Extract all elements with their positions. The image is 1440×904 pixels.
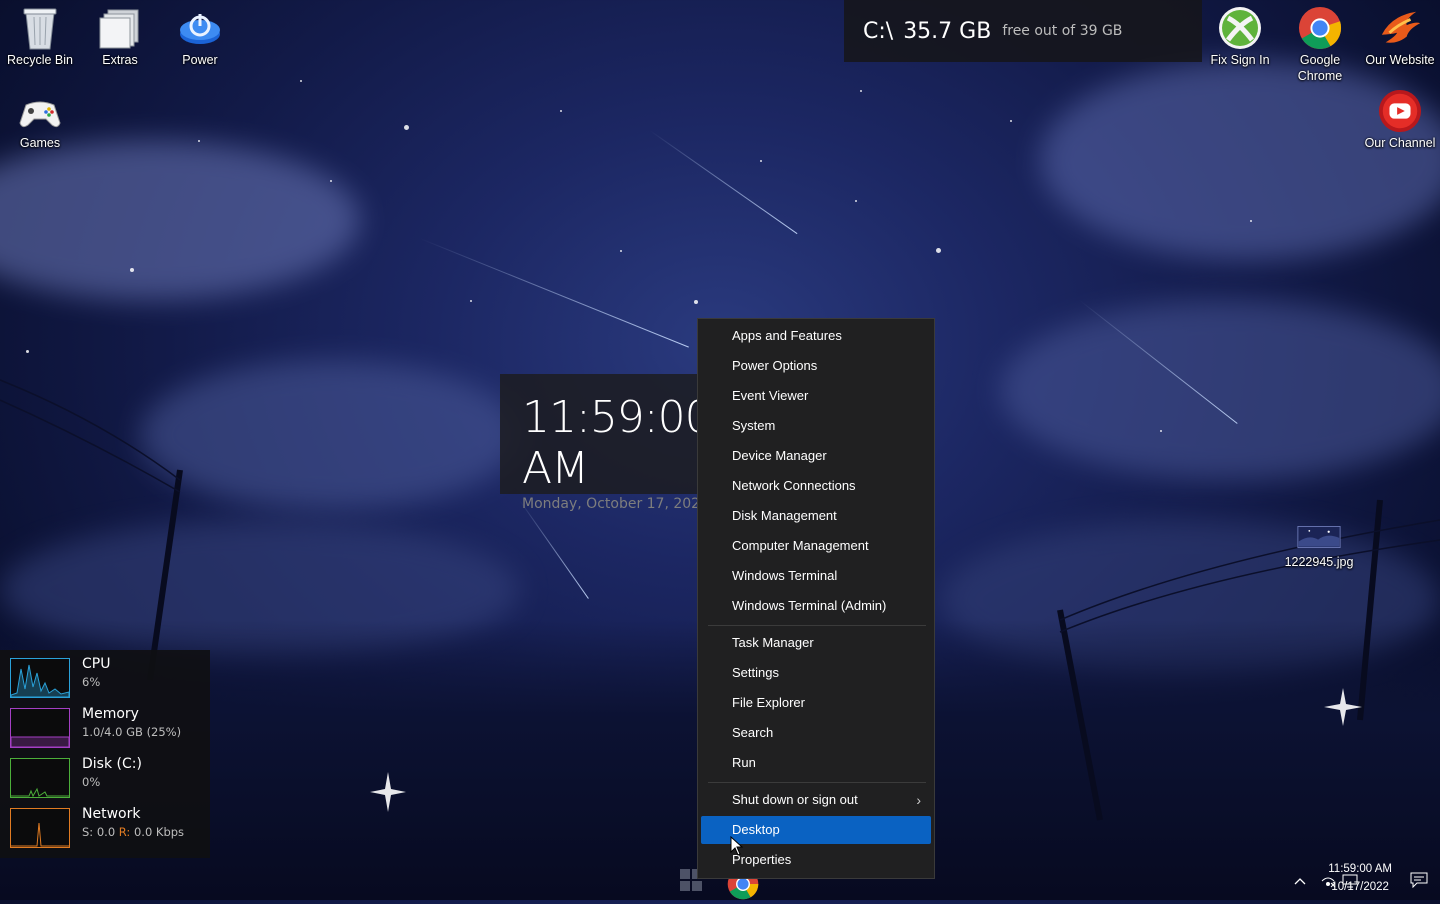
memory-row: Memory 1.0/4.0 GB (25%) [10, 706, 210, 750]
chevron-right-icon: › [916, 792, 921, 808]
disk-label: Disk (C:) [82, 756, 142, 772]
menu-separator [708, 782, 926, 783]
action-center-button[interactable] [1410, 872, 1428, 892]
fix-sign-in-label: Fix Sign In [1210, 53, 1270, 67]
our-website-label: Our Website [1365, 53, 1435, 67]
recycle-bin-shortcut[interactable]: Recycle Bin [0, 0, 80, 68]
extras-shortcut[interactable]: Extras [80, 0, 160, 68]
network-value: S: 0.0 R: 0.0 Kbps [82, 825, 184, 839]
google-chrome-label-line2: Chrome [1297, 69, 1343, 83]
menu-item-windows-terminal[interactable]: Windows Terminal [701, 562, 931, 590]
memory-value: 1.0/4.0 GB (25%) [82, 725, 182, 739]
cpu-value: 6% [82, 675, 101, 689]
menu-item-disk-management[interactable]: Disk Management [701, 502, 931, 530]
network-graph [10, 808, 70, 848]
memory-label: Memory [82, 706, 139, 722]
power-shortcut[interactable]: Power [160, 0, 240, 68]
disk-row: Disk (C:) 0% [10, 756, 210, 800]
menu-item-system[interactable]: System [701, 412, 931, 440]
cpu-graph [10, 658, 70, 698]
recycle-bin-icon [18, 6, 62, 50]
menu-item-network-connections[interactable]: Network Connections [701, 472, 931, 500]
disk-value: 0% [82, 775, 101, 789]
network-label: Network [82, 806, 141, 822]
cpu-row: CPU 6% [10, 656, 210, 700]
notification-icon [1410, 872, 1428, 889]
google-chrome-label-line1: Google [1299, 53, 1341, 67]
menu-item-power-options[interactable]: Power Options [701, 352, 931, 380]
menu-item-run[interactable]: Run [701, 749, 931, 777]
power-icon [178, 6, 222, 50]
free-space-caption: free out of 39 GB [1002, 23, 1123, 39]
menu-item-shut-down-or-sign-out[interactable]: Shut down or sign out › [701, 786, 931, 814]
menu-item-search[interactable]: Search [701, 719, 931, 747]
cpu-label: CPU [82, 656, 111, 672]
game-controller-icon [18, 89, 62, 133]
taskbar-clock[interactable]: 11:59:00 AM 10/17/2022 [1328, 860, 1392, 896]
extras-label: Extras [102, 53, 138, 67]
menu-item-settings[interactable]: Settings [701, 659, 931, 687]
network-send-value: 0.0 [96, 825, 116, 839]
google-chrome-shortcut[interactable]: Google Chrome [1280, 0, 1360, 84]
winx-context-menu: Apps and Features Power Options Event Vi… [697, 318, 935, 879]
drive-letter: C:\ [863, 18, 894, 44]
disk-graph [10, 758, 70, 798]
performance-widget: CPU 6% Memory 1.0/4.0 GB (25%) Disk (C:)… [0, 650, 210, 858]
menu-item-apps-and-features[interactable]: Apps and Features [701, 322, 931, 350]
our-channel-shortcut[interactable]: Our Channel [1360, 83, 1440, 151]
phoenix-logo-icon [1378, 6, 1422, 50]
recycle-bin-label: Recycle Bin [7, 53, 73, 67]
our-website-shortcut[interactable]: Our Website [1360, 0, 1440, 68]
show-hidden-icons-button[interactable] [1294, 876, 1306, 892]
games-shortcut[interactable]: Games [0, 83, 80, 151]
menu-item-computer-management[interactable]: Computer Management [701, 532, 931, 560]
chrome-icon [1298, 6, 1342, 50]
mouse-cursor-icon [730, 836, 744, 856]
disk-space-widget: C:\ 35.7 GB free out of 39 GB [844, 0, 1202, 62]
network-send-label: S: [82, 825, 94, 839]
menu-item-shut-down-label: Shut down or sign out [732, 792, 858, 807]
free-space-value: 35.7 GB [903, 18, 992, 44]
menu-item-event-viewer[interactable]: Event Viewer [701, 382, 931, 410]
fix-sign-in-shortcut[interactable]: Fix Sign In [1200, 0, 1280, 68]
chevron-up-icon [1294, 878, 1306, 885]
xbox-icon [1218, 6, 1262, 50]
system-tray: 11:59:00 AM 10/17/2022 [1240, 860, 1440, 900]
youtube-icon [1378, 89, 1422, 133]
image-file-shortcut[interactable]: 1222945.jpg [1279, 516, 1359, 570]
folder-stack-icon [98, 6, 142, 50]
network-row: Network S: 0.0 R: 0.0 Kbps [10, 806, 210, 850]
menu-item-task-manager[interactable]: Task Manager [701, 629, 931, 657]
taskbar-date: 10/17/2022 [1331, 881, 1389, 893]
image-file-label: 1222945.jpg [1284, 555, 1354, 569]
menu-separator [708, 625, 926, 626]
network-recv-value: 0.0 Kbps [133, 825, 185, 839]
our-channel-label: Our Channel [1364, 136, 1436, 150]
taskbar-time: 11:59:00 AM [1328, 863, 1392, 875]
image-thumbnail-icon [1297, 522, 1341, 552]
network-recv-label: R: [118, 825, 131, 839]
memory-graph [10, 708, 70, 748]
games-label: Games [19, 136, 61, 150]
menu-item-windows-terminal-admin[interactable]: Windows Terminal (Admin) [701, 592, 931, 620]
menu-item-file-explorer[interactable]: File Explorer [701, 689, 931, 717]
menu-item-device-manager[interactable]: Device Manager [701, 442, 931, 470]
power-label: Power [182, 53, 218, 67]
